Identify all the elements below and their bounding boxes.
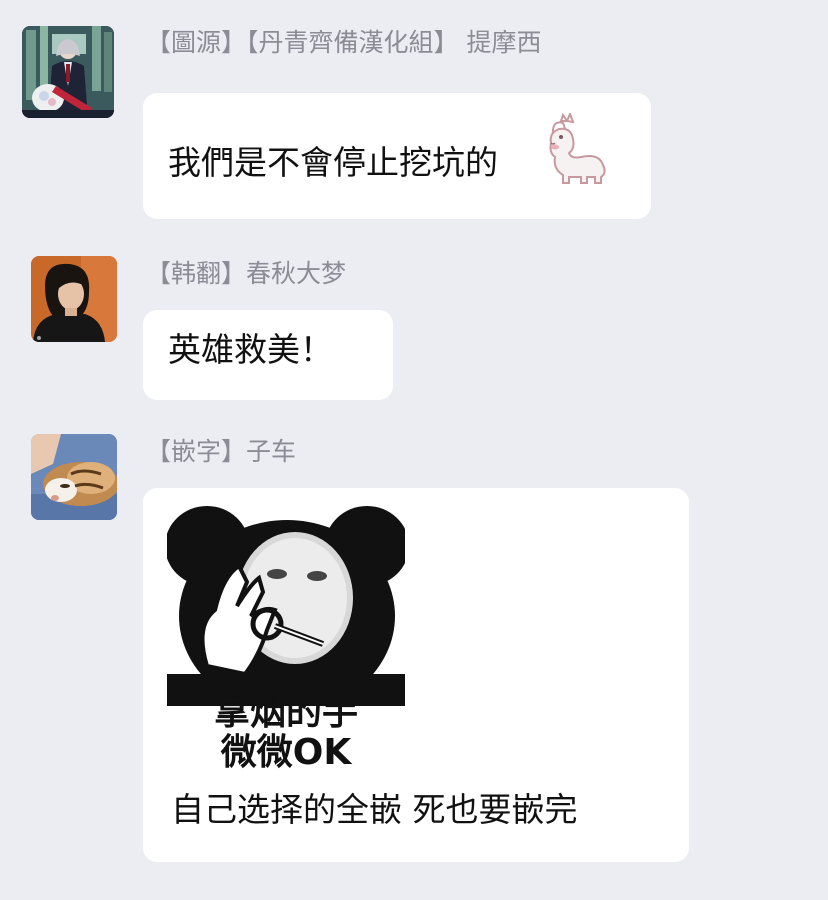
panda-meme-icon [167,506,405,706]
message-bubble[interactable]: 拿烟的手 微微OK 自己选择的全嵌 死也要嵌完 [143,488,689,862]
message-text: 我們是不會停止挖坑的 [168,143,498,182]
meme-caption-line-2: 微微OK [220,732,352,773]
sender-name[interactable]: 【圖源】【丹青齊備漢化組】 提摩西 [146,27,541,59]
avatar[interactable] [22,26,114,118]
alpaca-sticker-icon [541,111,609,185]
message-bubble[interactable]: 我們是不會停止挖坑的 [143,93,651,219]
sender-name[interactable]: 【嵌字】子车 [146,436,296,468]
meme-image[interactable]: 拿烟的手 微微OK [167,506,405,774]
message-text: 自己选择的全嵌 死也要嵌完 [171,790,578,829]
meme-caption-line-1: 拿烟的手 [213,692,358,733]
message-text: 英雄救美！ [168,330,333,369]
avatar[interactable] [31,256,117,342]
sender-name[interactable]: 【韩翻】春秋大梦 [146,258,346,290]
avatar[interactable] [31,434,117,520]
message-bubble[interactable]: 英雄救美！ [143,310,393,400]
